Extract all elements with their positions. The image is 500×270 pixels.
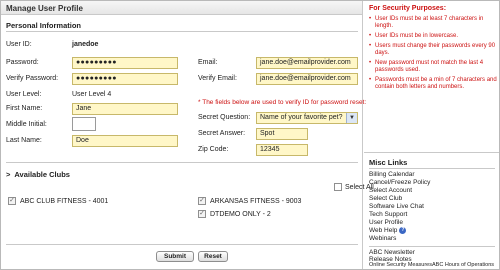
- personal-info-heading: Personal Information: [6, 21, 82, 30]
- user-level-value: User Level 4: [72, 91, 112, 98]
- middle-initial-label: Middle Initial:: [6, 121, 47, 128]
- divider: [6, 244, 358, 245]
- available-clubs-title: Available Clubs: [14, 170, 70, 179]
- security-rule: User IDs must be at least 7 characters i…: [369, 16, 497, 30]
- reset-button[interactable]: Reset: [198, 251, 228, 262]
- user-id-value: janedoe: [72, 41, 99, 48]
- select-all-checkbox[interactable]: [334, 183, 342, 191]
- zip-code-field[interactable]: 12345: [256, 144, 308, 156]
- user-id-label: User ID:: [6, 41, 32, 48]
- club-label: ABC CLUB FITNESS - 4001: [20, 198, 109, 205]
- main-panel: [1, 1, 363, 269]
- link-software-live-chat[interactable]: Software Live Chat: [369, 203, 424, 210]
- secret-answer-label: Secret Answer:: [198, 130, 246, 137]
- link-billing-calendar[interactable]: Billing Calendar: [369, 171, 415, 178]
- verification-note: * The fields below are used to verify ID…: [198, 99, 367, 106]
- security-rule: User IDs must be in lowercase.: [369, 33, 497, 40]
- club-label: DTDEMO ONLY - 2: [210, 211, 271, 218]
- security-rule: Users must change their passwords every …: [369, 43, 497, 57]
- verify-email-label: Verify Email:: [198, 75, 237, 82]
- verify-email-field[interactable]: jane.doe@emailprovider.com: [256, 73, 358, 85]
- last-name-label: Last Name:: [6, 137, 42, 144]
- link-abc-newsletter[interactable]: ABC Newsletter: [369, 249, 415, 256]
- security-heading: For Security Purposes:: [369, 5, 447, 12]
- divider: [369, 246, 495, 247]
- club-checkbox[interactable]: ✓: [198, 197, 206, 205]
- secret-question-value: Name of your favorite pet?: [260, 114, 343, 121]
- link-user-profile[interactable]: User Profile: [369, 219, 403, 226]
- divider: [6, 162, 358, 163]
- link-web-help[interactable]: Web Help: [369, 227, 397, 234]
- zip-code-label: Zip Code:: [198, 146, 229, 153]
- security-rule: New password must not match the last 4 p…: [369, 60, 497, 74]
- security-rules-list: User IDs must be at least 7 characters i…: [369, 16, 497, 94]
- help-icon[interactable]: ?: [399, 227, 407, 234]
- divider: [364, 152, 499, 153]
- middle-initial-field[interactable]: [72, 117, 96, 131]
- chevron-down-icon[interactable]: ▼: [346, 113, 357, 123]
- link-select-club[interactable]: Select Club: [369, 195, 402, 202]
- divider: [369, 168, 495, 169]
- last-name-field[interactable]: Doe: [72, 135, 178, 147]
- page-title: Manage User Profile: [1, 1, 362, 15]
- available-clubs-heading[interactable]: > Available Clubs: [6, 170, 70, 179]
- link-tech-support[interactable]: Tech Support: [369, 211, 407, 218]
- expand-toggle-icon: >: [6, 170, 11, 179]
- divider: [6, 31, 358, 32]
- secret-question-label: Secret Question:: [198, 114, 251, 121]
- verify-password-label: Verify Password:: [6, 75, 59, 82]
- link-web-help-row[interactable]: Web Help?: [369, 227, 407, 234]
- user-level-label: User Level:: [6, 91, 42, 98]
- secret-answer-field[interactable]: Spot: [256, 128, 308, 140]
- link-webinars[interactable]: Webinars: [369, 235, 396, 242]
- password-label: Password:: [6, 59, 39, 66]
- first-name-field[interactable]: Jane: [72, 103, 178, 115]
- password-field[interactable]: ●●●●●●●●●: [72, 57, 178, 69]
- secret-question-select[interactable]: Name of your favorite pet? ▼: [256, 112, 358, 124]
- email-label: Email:: [198, 59, 218, 66]
- link-select-account[interactable]: Select Account: [369, 187, 412, 194]
- security-rule: Passwords must be a min of 7 characters …: [369, 77, 497, 91]
- verify-password-field[interactable]: ●●●●●●●●●: [72, 73, 178, 85]
- first-name-label: First Name:: [6, 105, 43, 112]
- link-cancel-freeze-policy[interactable]: Cancel/Freeze Policy: [369, 179, 430, 186]
- misc-links-heading: Misc Links: [369, 158, 408, 167]
- submit-button[interactable]: Submit: [156, 251, 194, 262]
- club-checkbox[interactable]: ✓: [198, 210, 206, 218]
- link-online-security-measures[interactable]: Online Security Measures: [369, 262, 432, 268]
- club-checkbox[interactable]: ✓: [8, 197, 16, 205]
- link-abc-hours-of-operations[interactable]: ABC Hours of Operations: [432, 262, 494, 268]
- club-label: ARKANSAS FITNESS - 9003: [210, 198, 302, 205]
- email-field[interactable]: jane.doe@emailprovider.com: [256, 57, 358, 69]
